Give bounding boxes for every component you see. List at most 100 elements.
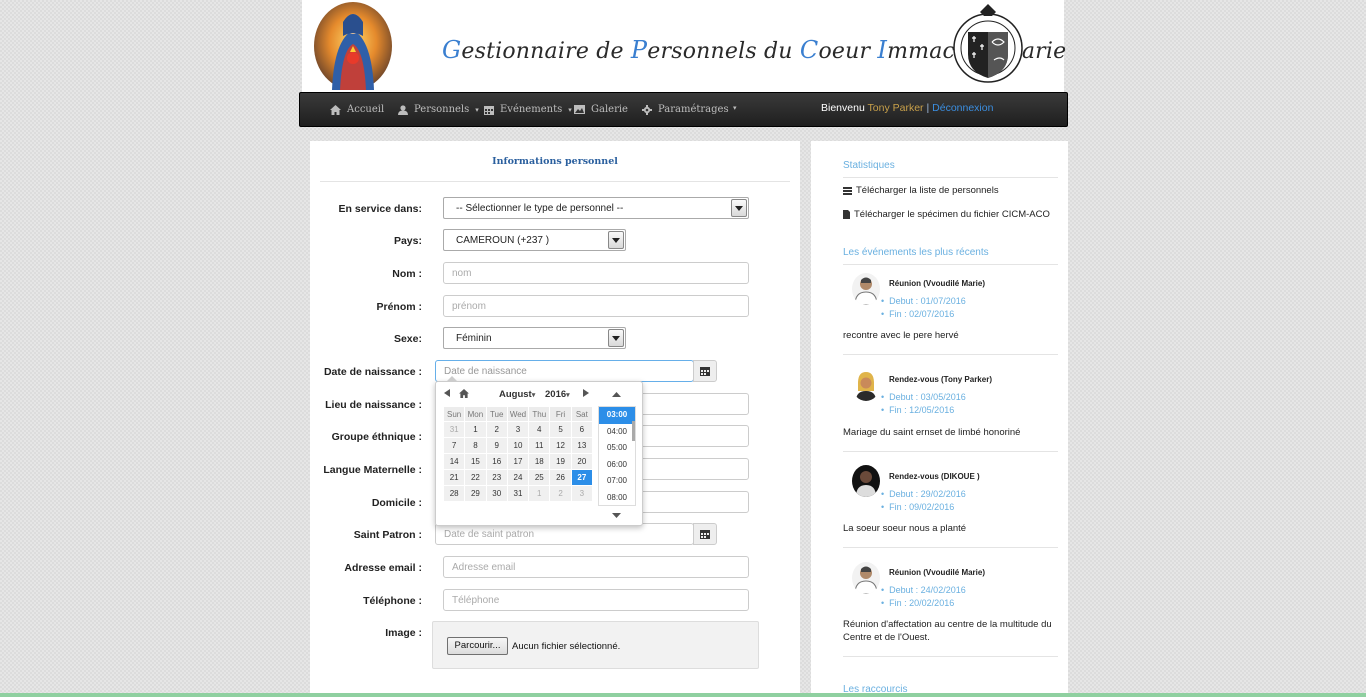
nav-evenements-label: Evénements: [500, 104, 563, 115]
panel-title: Informations personnel: [492, 156, 618, 167]
email-input[interactable]: Adresse email: [443, 556, 749, 578]
date-picker-popup: August▾ 2016▾ Sun Mon Tue Wed Thu Fri Sat 31 1 2…: [435, 376, 643, 526]
home-icon: [330, 104, 341, 115]
nav-personnels[interactable]: Personnels ▾: [398, 104, 479, 115]
calendar-day[interactable]: 29: [464, 485, 487, 502]
today-button[interactable]: [459, 389, 469, 401]
nav-personnels-label: Personnels: [414, 104, 470, 115]
file-status: Aucun fichier sélectionné.: [512, 641, 621, 652]
calendar-day-selected[interactable]: 27: [570, 469, 594, 486]
nav-parametrages[interactable]: Paramétrages: [642, 104, 729, 115]
weekday-header: Sat: [570, 406, 594, 422]
time-up-button[interactable]: [612, 389, 621, 400]
email-label: Adresse email :: [344, 562, 422, 574]
time-option[interactable]: 03:00: [599, 407, 635, 424]
calendar-day[interactable]: 21: [442, 469, 466, 486]
time-option[interactable]: 06:00: [599, 457, 635, 474]
stats-title: Statistiques: [843, 160, 895, 171]
events-title: Les événements les plus récents: [843, 247, 989, 258]
domicile-label: Domicile :: [371, 497, 422, 509]
divider: [843, 451, 1058, 452]
calendar-day[interactable]: 26: [549, 469, 572, 486]
logout-link[interactable]: Déconnexion: [932, 102, 993, 114]
patron-calendar-button[interactable]: [693, 523, 717, 545]
time-list: 03:00 04:00 05:00 06:00 07:00 08:00: [598, 406, 636, 506]
time-option[interactable]: 08:00: [599, 490, 635, 505]
pays-select[interactable]: CAMEROUN (+237 ): [443, 229, 626, 251]
welcome-message: Bienvenu Tony Parker | Déconnexion: [821, 102, 993, 114]
browse-button[interactable]: Parcourir...: [447, 637, 508, 655]
calendar-day[interactable]: 16: [485, 453, 508, 470]
calendar-day[interactable]: 30: [485, 485, 508, 502]
event-title[interactable]: Réunion (Vvoudilé Marie): [889, 568, 985, 577]
event-title[interactable]: Réunion (Vvoudilé Marie): [889, 279, 985, 288]
calendar-day[interactable]: 6: [570, 421, 594, 438]
telephone-input[interactable]: Téléphone: [443, 589, 749, 611]
calendar-day[interactable]: 24: [506, 469, 530, 486]
calendar-day[interactable]: 19: [549, 453, 572, 470]
event-title[interactable]: Rendez-vous (Tony Parker): [889, 375, 992, 384]
download-specimen-link[interactable]: Télécharger le spécimen du fichier CICM-…: [843, 209, 1050, 220]
calendar-day[interactable]: 11: [528, 437, 551, 454]
calendar-day[interactable]: 2: [549, 485, 572, 502]
service-type-select[interactable]: -- Sélectionner le type de personnel --: [443, 197, 749, 219]
chevron-right-icon: [583, 389, 589, 397]
calendar-day[interactable]: 22: [464, 469, 487, 486]
chevron-up-icon: [612, 392, 621, 397]
calendar-day[interactable]: 10: [506, 437, 530, 454]
saint-patron-input[interactable]: Date de saint patron: [435, 523, 694, 545]
calendar-day[interactable]: 8: [464, 437, 487, 454]
calendar-day[interactable]: 1: [464, 421, 487, 438]
calendar-day[interactable]: 20: [570, 453, 594, 470]
time-option[interactable]: 07:00: [599, 473, 635, 490]
event-title[interactable]: Rendez-vous (DIKOUE ): [889, 472, 980, 481]
calendar-day[interactable]: 28: [442, 485, 466, 502]
calendar-day[interactable]: 23: [485, 469, 508, 486]
popup-pointer: [446, 376, 458, 382]
time-option[interactable]: 04:00: [599, 424, 635, 441]
nav-galerie[interactable]: Galerie: [574, 104, 628, 115]
calendar-day[interactable]: 3: [506, 421, 530, 438]
calendar-day[interactable]: 2: [485, 421, 508, 438]
year-select[interactable]: 2016▾: [545, 389, 570, 400]
nav-evenements[interactable]: Evénements ▾: [484, 104, 572, 115]
calendar-week: 14 15 16 17 18 19 20: [442, 453, 594, 470]
event-start: Debut : 03/05/2016: [881, 392, 966, 402]
calendar-day[interactable]: 14: [442, 453, 466, 470]
next-month-button[interactable]: [583, 389, 589, 400]
username-link[interactable]: Tony Parker: [868, 102, 924, 114]
title-text: ersonnels du: [647, 39, 800, 64]
sexe-select[interactable]: Féminin: [443, 327, 626, 349]
calendar-day[interactable]: 4: [528, 421, 551, 438]
calendar-day[interactable]: 9: [485, 437, 508, 454]
nav-accueil[interactable]: Accueil: [330, 104, 384, 115]
calendar-day[interactable]: 15: [464, 453, 487, 470]
calendar-day[interactable]: 25: [528, 469, 551, 486]
calendar-day[interactable]: 3: [570, 485, 594, 502]
event-description: recontre avec le pere hervé: [843, 330, 959, 341]
title-capital: I: [877, 36, 888, 64]
calendar-day[interactable]: 12: [549, 437, 572, 454]
month-select[interactable]: August▾: [499, 389, 535, 400]
prev-month-button[interactable]: [444, 389, 450, 400]
prenom-input[interactable]: prénom: [443, 295, 749, 317]
calendar-day[interactable]: 7: [442, 437, 466, 454]
calendar-day[interactable]: 18: [528, 453, 551, 470]
naissance-calendar-button[interactable]: [693, 360, 717, 382]
date-naissance-input[interactable]: Date de naissance: [435, 360, 694, 382]
download-list-link[interactable]: Télécharger la liste de personnels: [843, 185, 999, 196]
calendar-day[interactable]: 13: [570, 437, 594, 454]
tel-placeholder: Téléphone: [452, 595, 500, 606]
time-option[interactable]: 05:00: [599, 440, 635, 457]
calendar-day[interactable]: 17: [506, 453, 530, 470]
time-down-button[interactable]: [612, 510, 621, 521]
calendar-day[interactable]: 31: [442, 421, 466, 438]
nom-input[interactable]: nom: [443, 262, 749, 284]
event-description: Réunion d'affectation au centre de la mu…: [843, 619, 1052, 643]
email-placeholder: Adresse email: [452, 562, 516, 573]
calendar-day[interactable]: 31: [506, 485, 530, 502]
nav-more-dropdown[interactable]: ▾: [733, 104, 737, 112]
calendar-day[interactable]: 1: [528, 485, 551, 502]
calendar-day[interactable]: 5: [549, 421, 572, 438]
time-scrollbar[interactable]: [632, 421, 635, 441]
